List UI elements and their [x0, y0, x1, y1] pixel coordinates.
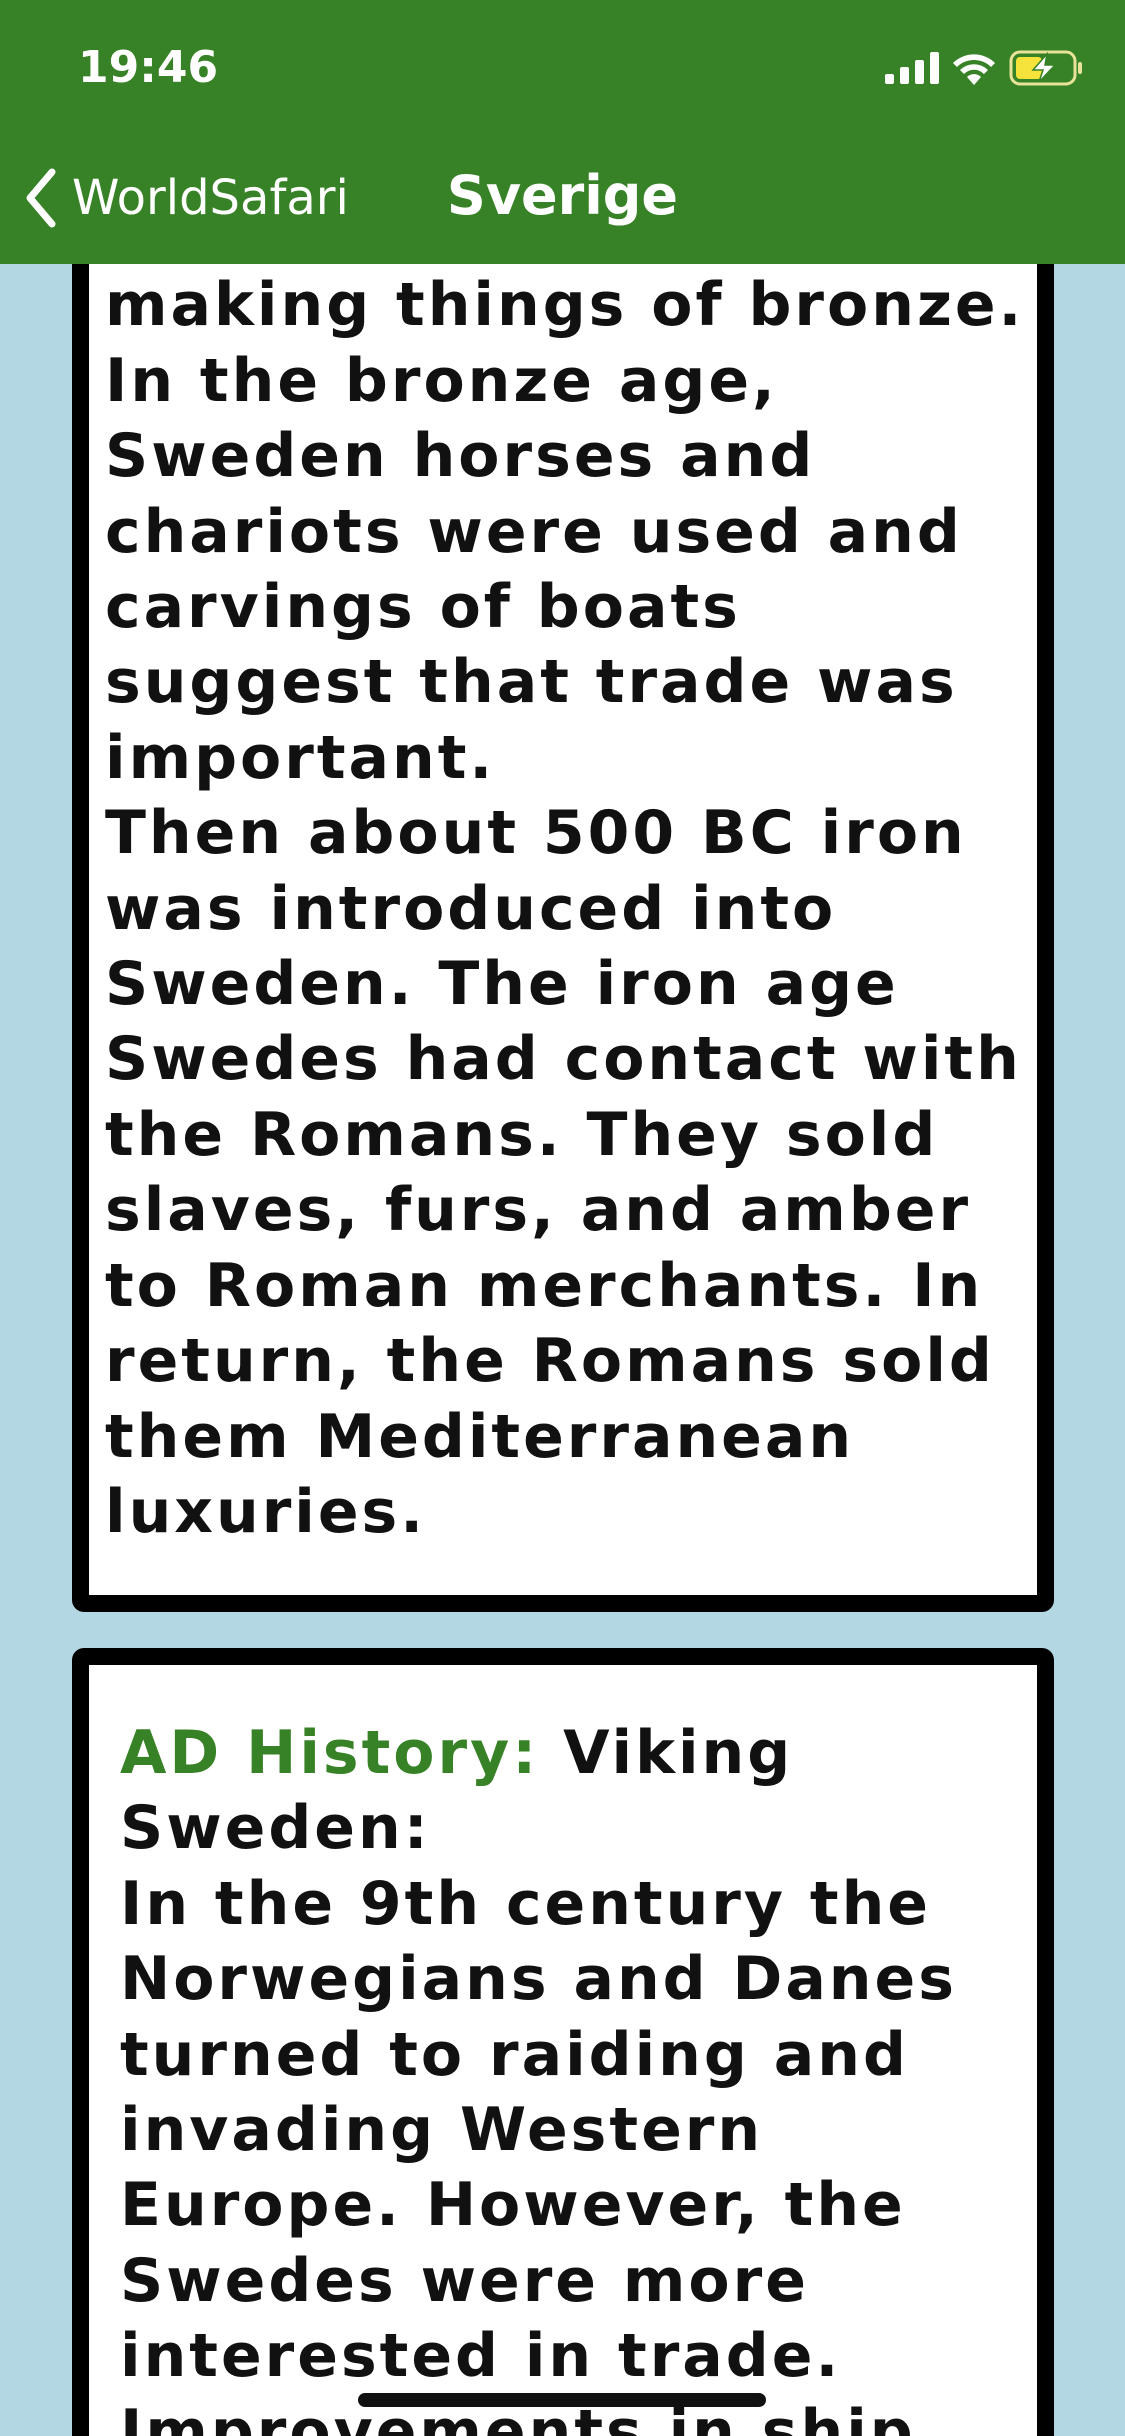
cellular-signal-icon: [885, 52, 939, 84]
home-indicator[interactable]: [358, 2393, 766, 2407]
card-heading: AD History:: [120, 1718, 540, 1788]
card-body: Viking Sweden: In the 9th century the No…: [120, 1718, 957, 2436]
history-card-ad-history: AD History: Viking Sweden: In the 9th ce…: [72, 1648, 1054, 2436]
card-body-text: became very skilled at making things of …: [105, 195, 1025, 1547]
wifi-icon: [953, 54, 995, 85]
status-icons: [885, 50, 1083, 86]
page-title: Sverige: [446, 164, 679, 227]
battery-charging-icon: [1009, 50, 1082, 86]
status-time: 19:46: [78, 42, 219, 93]
navigation-header: 19:46 WorldSafari Sverige: [0, 0, 1125, 264]
card-body-text: AD History: Viking Sweden: In the 9th ce…: [120, 1716, 967, 2436]
scroll-content[interactable]: became very skilled at making things of …: [0, 0, 1125, 2436]
